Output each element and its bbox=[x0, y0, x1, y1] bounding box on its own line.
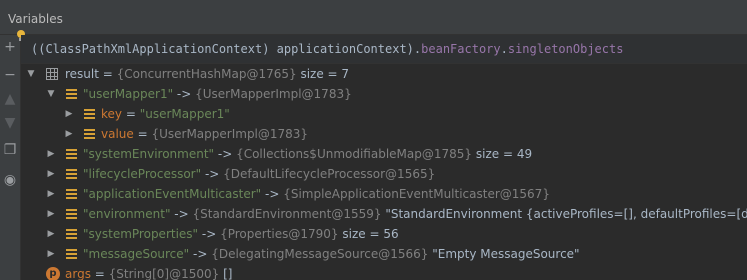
expand-arrow-icon[interactable]: ▶ bbox=[46, 164, 56, 184]
var-name: value bbox=[101, 127, 134, 141]
map-entry-icon bbox=[66, 229, 77, 239]
var-type: {SimpleApplicationEventMulticaster@1567} bbox=[283, 187, 550, 201]
map-entry-icon bbox=[66, 249, 77, 259]
map-entry-icon bbox=[66, 189, 77, 199]
panel-title: Variables bbox=[8, 12, 63, 26]
tree-row-entry[interactable]: ▶ "lifecycleProcessor" -> {DefaultLifecy… bbox=[21, 164, 747, 184]
expand-arrow-icon[interactable]: ▶ bbox=[64, 104, 74, 124]
var-name: "systemProperties" bbox=[83, 227, 199, 241]
expression-text: ((ClassPathXmlApplicationContext) applic… bbox=[31, 42, 624, 56]
table-icon bbox=[46, 68, 58, 80]
var-name: "applicationEventMulticaster" bbox=[83, 187, 262, 201]
var-type: {ConcurrentHashMap@1765} bbox=[116, 67, 297, 81]
tree-row-result[interactable]: ▼ result = {ConcurrentHashMap@1765} size… bbox=[21, 64, 747, 84]
up-icon[interactable]: ▲ bbox=[2, 91, 18, 107]
watch-icon[interactable]: ◉ bbox=[2, 172, 18, 188]
minus-icon[interactable]: − bbox=[2, 67, 18, 83]
var-value: size = 7 bbox=[296, 67, 350, 81]
var-value: "StandardEnvironment {activeProfiles=[],… bbox=[385, 207, 747, 221]
var-type: {StandardEnvironment@1559} bbox=[192, 207, 382, 221]
tree-row-entry[interactable]: ▶ "messageSource" -> {DelegatingMessageS… bbox=[21, 244, 747, 264]
var-value: [] bbox=[219, 267, 233, 280]
var-type: {Collections$UnmodifiableMap@1785} bbox=[236, 147, 473, 161]
var-value: "userMapper1" bbox=[139, 107, 230, 121]
expand-arrow-icon[interactable]: ▶ bbox=[46, 184, 56, 204]
field-icon bbox=[84, 129, 95, 139]
tree-row-field[interactable]: ▶ value = {UserMapperImpl@1783} bbox=[21, 124, 747, 144]
variables-panel-header: Variables bbox=[0, 0, 747, 35]
collapse-arrow-icon[interactable]: ▼ bbox=[46, 84, 56, 104]
tree-row-param[interactable]: p args = {String[0]@1500} [] bbox=[21, 264, 747, 280]
var-name: "lifecycleProcessor" bbox=[83, 167, 202, 181]
var-name: result bbox=[65, 67, 99, 81]
var-name: "environment" bbox=[83, 207, 171, 221]
var-value: size = 56 bbox=[338, 227, 399, 241]
down-icon[interactable]: ▼ bbox=[2, 115, 18, 131]
var-value: size = 49 bbox=[472, 147, 533, 161]
var-type: {String[0]@1500} bbox=[108, 267, 220, 280]
var-type: {DefaultLifecycleProcessor@1565} bbox=[223, 167, 436, 181]
evaluate-expression-field[interactable]: ((ClassPathXmlApplicationContext) applic… bbox=[21, 35, 747, 64]
tree-row-entry[interactable]: ▶ "applicationEventMulticaster" -> {Simp… bbox=[21, 184, 747, 204]
var-name: "systemEnvironment" bbox=[83, 147, 215, 161]
tree-row-entry[interactable]: ▼ "userMapper1" -> {UserMapperImpl@1783} bbox=[21, 84, 747, 104]
expand-arrow-icon[interactable]: ▶ bbox=[46, 244, 56, 264]
variables-toolbar: + − ▲ ▼ ❐ ◉ bbox=[0, 35, 21, 280]
map-entry-icon bbox=[66, 209, 77, 219]
parameter-icon: p bbox=[46, 267, 60, 280]
copy-icon[interactable]: ❐ bbox=[2, 142, 18, 158]
map-entry-icon bbox=[66, 169, 77, 179]
tree-row-entry[interactable]: ▶ "systemProperties" -> {Properties@1790… bbox=[21, 224, 747, 244]
collapse-arrow-icon[interactable]: ▼ bbox=[26, 64, 36, 84]
expand-arrow-icon[interactable]: ▶ bbox=[46, 224, 56, 244]
var-name: "messageSource" bbox=[83, 247, 190, 261]
map-entry-icon bbox=[66, 89, 77, 99]
var-name: key bbox=[101, 107, 123, 121]
var-value: "Empty MessageSource" bbox=[428, 247, 580, 261]
tree-row-entry[interactable]: ▶ "systemEnvironment" -> {Collections$Un… bbox=[21, 144, 747, 164]
var-type: {UserMapperImpl@1783} bbox=[151, 127, 309, 141]
var-type: {Properties@1790} bbox=[220, 227, 339, 241]
field-icon bbox=[84, 109, 95, 119]
tree-row-field[interactable]: ▶ key = "userMapper1" bbox=[21, 104, 747, 124]
var-type: {UserMapperImpl@1783} bbox=[195, 87, 352, 101]
variables-tree: ▼ result = {ConcurrentHashMap@1765} size… bbox=[21, 64, 747, 280]
var-name: args bbox=[65, 267, 91, 280]
map-entry-icon bbox=[66, 149, 77, 159]
var-type: {DelegatingMessageSource@1566} bbox=[211, 247, 429, 261]
expand-arrow-icon[interactable]: ▶ bbox=[46, 144, 56, 164]
expand-arrow-icon[interactable]: ▶ bbox=[64, 124, 74, 144]
tree-row-entry[interactable]: ▶ "environment" -> {StandardEnvironment@… bbox=[21, 204, 747, 224]
var-name: "userMapper1" bbox=[83, 87, 174, 101]
expand-arrow-icon[interactable]: ▶ bbox=[46, 204, 56, 224]
